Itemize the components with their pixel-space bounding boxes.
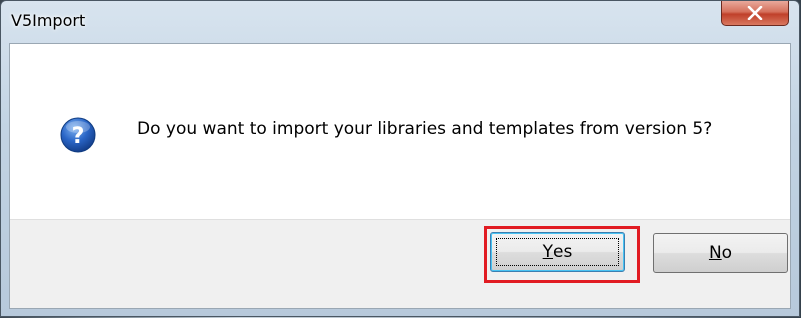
- dialog-content: ? Do you want to import your libraries a…: [9, 43, 791, 309]
- close-icon: [747, 6, 763, 20]
- no-mnemonic: N: [708, 243, 722, 263]
- title-bar[interactable]: V5Import: [1, 1, 799, 33]
- no-button[interactable]: No: [653, 233, 788, 273]
- yes-button[interactable]: Yes: [490, 232, 625, 272]
- dialog-message: Do you want to import your libraries and…: [137, 119, 713, 139]
- focus-rectangle: [496, 238, 619, 266]
- window-title: V5Import: [11, 11, 86, 30]
- dialog-window: V5Import ? Do you want to import your li…: [0, 0, 800, 317]
- no-label-rest: o: [721, 243, 733, 263]
- question-icon: ?: [60, 117, 96, 153]
- close-button[interactable]: [721, 1, 789, 26]
- svg-text:?: ?: [72, 124, 85, 149]
